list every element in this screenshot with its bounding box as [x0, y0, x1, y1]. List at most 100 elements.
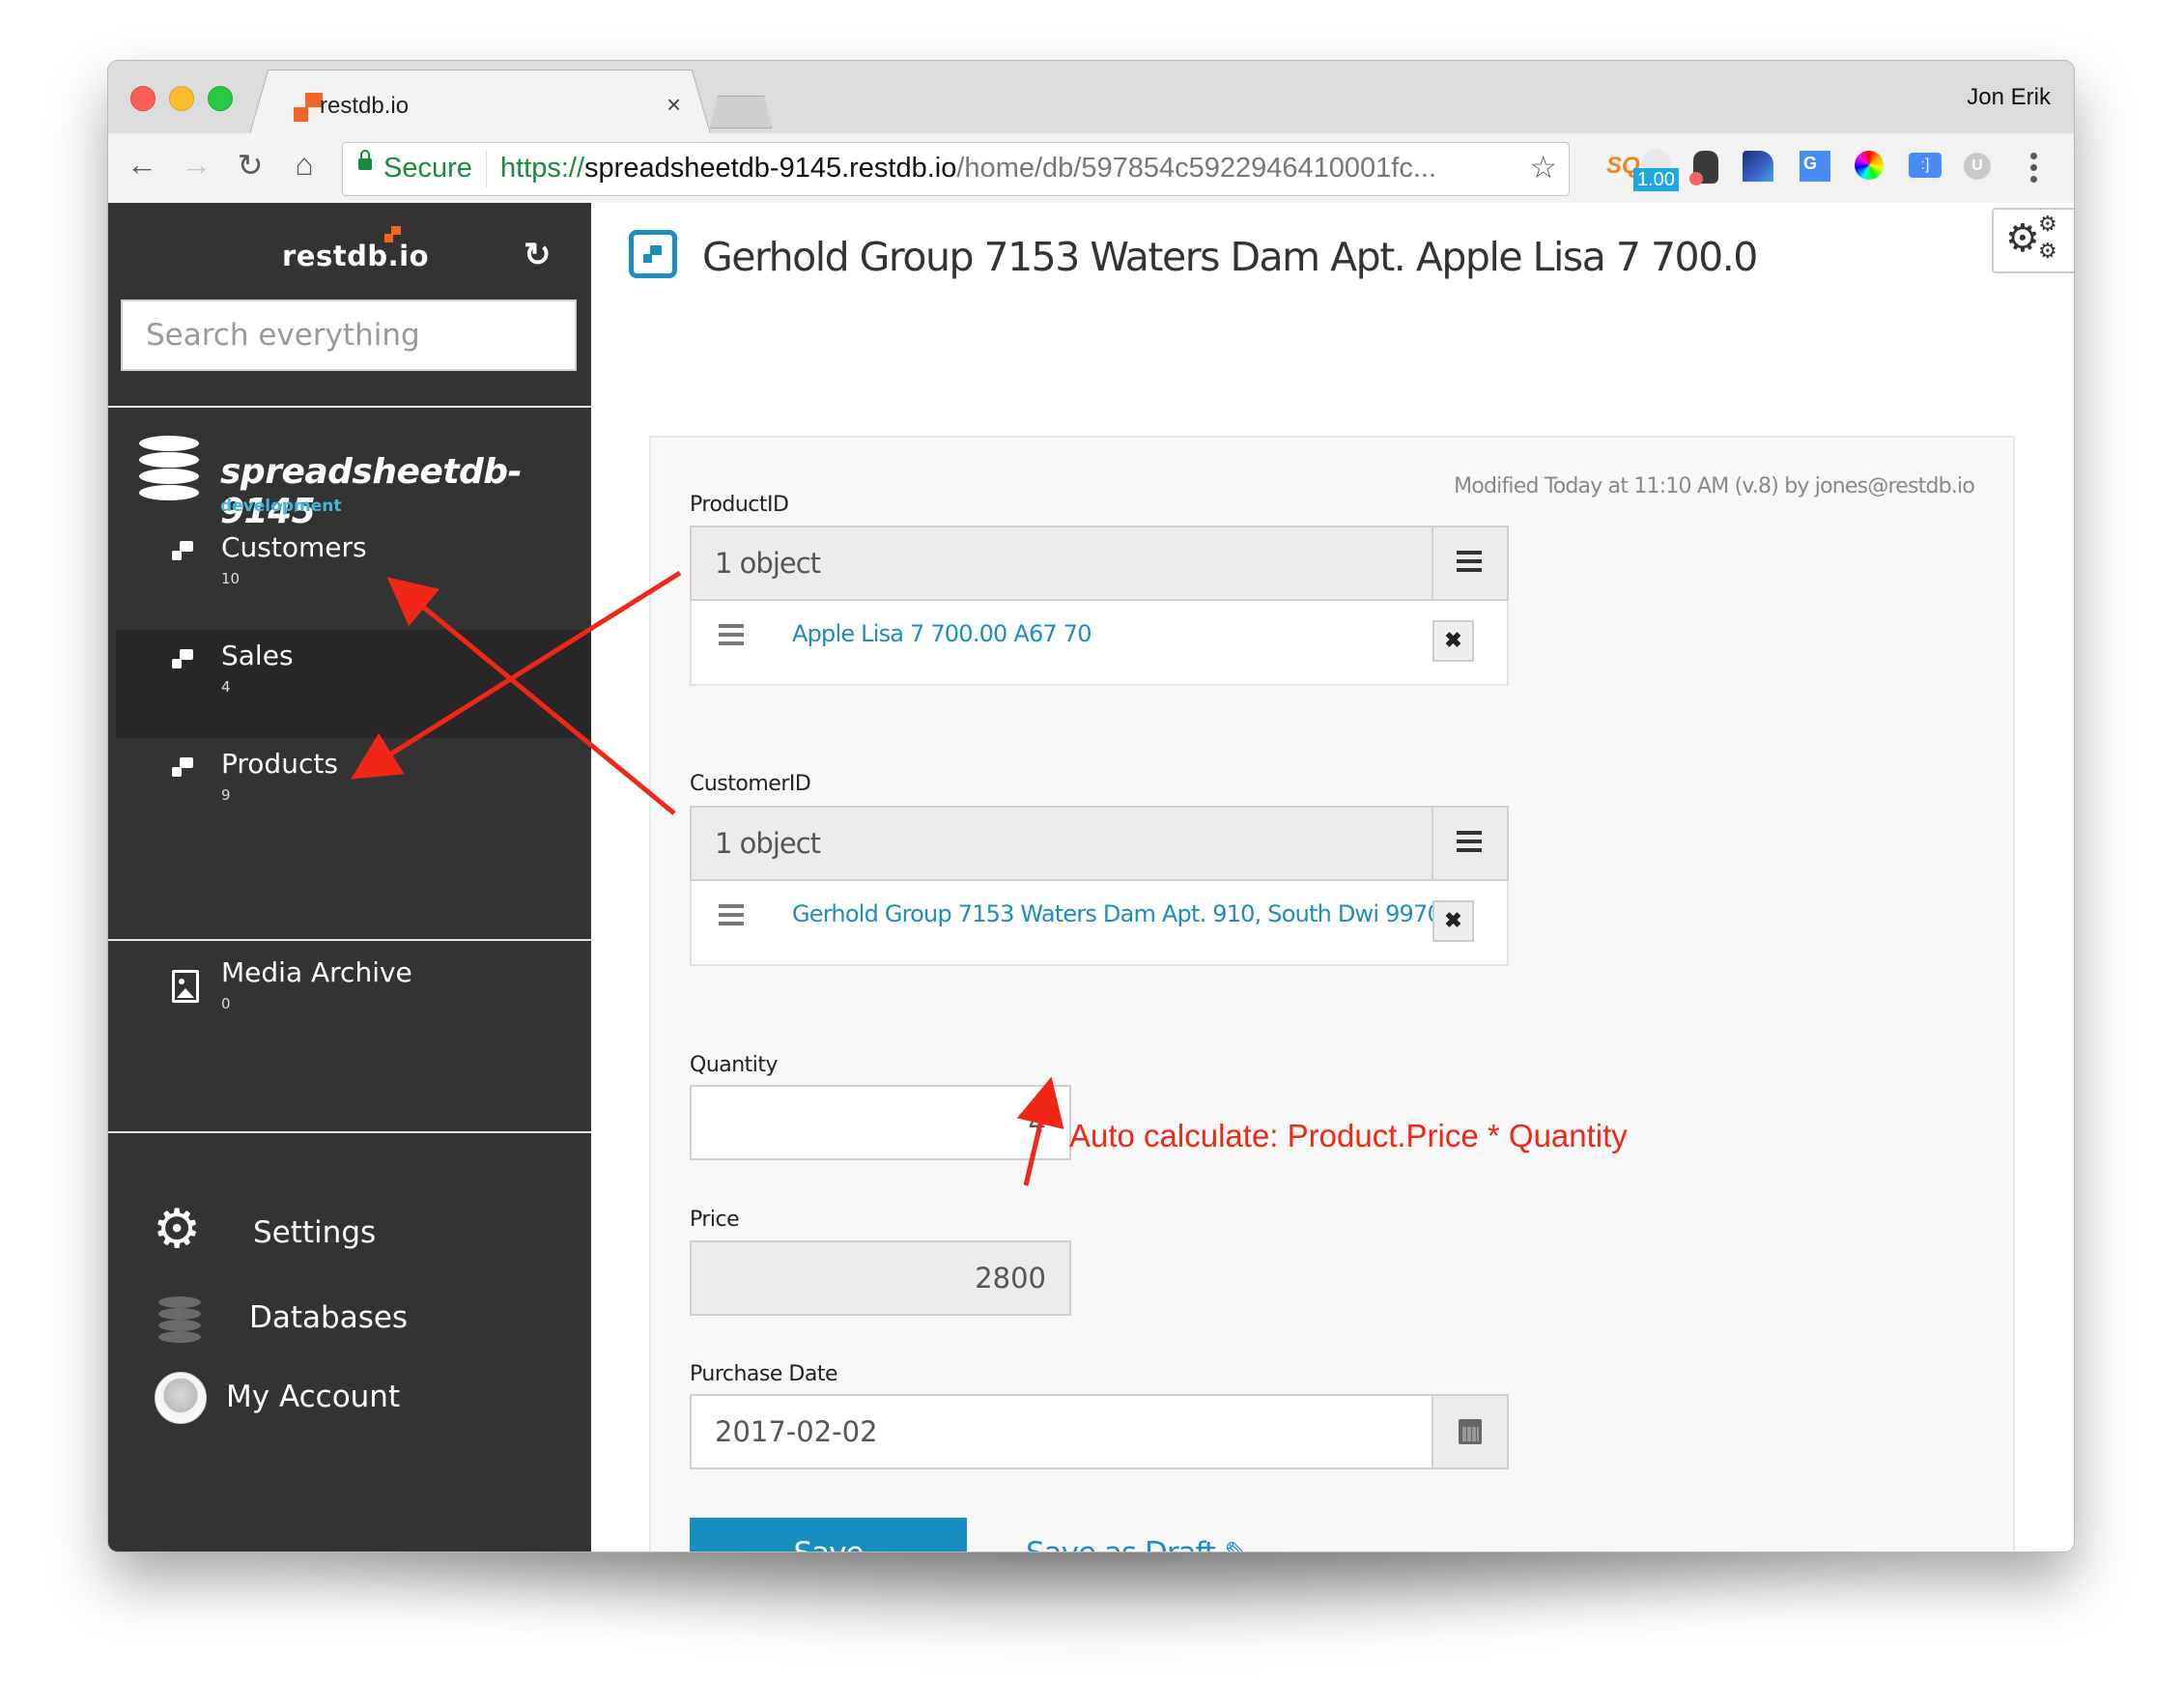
new-tab-button[interactable]	[710, 96, 772, 128]
sidebar-divider	[108, 939, 591, 941]
tab-bar: restdb.io × Jon Erik	[108, 61, 2074, 134]
sidebar-settings[interactable]: ⚙ Settings	[108, 1202, 591, 1266]
sidebar-item-count: 4	[221, 678, 231, 696]
address-separator	[486, 151, 487, 187]
brand-logo[interactable]: restdb.io	[282, 240, 429, 272]
forward-arrow-icon[interactable]: →	[177, 147, 215, 183]
customer-menu-button[interactable]	[1432, 808, 1507, 879]
maximize-window-button[interactable]	[208, 86, 233, 111]
product-count: 1 object	[715, 547, 821, 580]
browser-menu-icon[interactable]	[2030, 153, 2038, 187]
product-menu-button[interactable]	[1432, 527, 1507, 599]
browser-window: restdb.io × Jon Erik ← → ↻ ⌂ Secure http…	[108, 61, 2074, 1551]
search-input[interactable]	[121, 299, 577, 371]
refresh-icon[interactable]: ↻	[524, 236, 552, 274]
date-picker-button[interactable]	[1432, 1396, 1507, 1467]
page-title: Gerhold Group 7153 Waters Dam Apt. Apple…	[702, 234, 1758, 280]
drag-handle-icon[interactable]	[719, 624, 744, 650]
bookmark-star-icon[interactable]: ☆	[1529, 149, 1557, 185]
customer-link[interactable]: Gerhold Group 7153 Waters Dam Apt. 910, …	[792, 900, 1442, 927]
annotation-note: Auto calculate: Product.Price * Quantity	[1069, 1118, 1628, 1153]
avatar	[155, 1372, 207, 1424]
address-bar[interactable]: Secure https://spreadsheetdb-9145.restdb…	[342, 142, 1570, 196]
url-text[interactable]: https://spreadsheetdb-9145.restdb.io/hom…	[500, 153, 1436, 185]
evernote-icon[interactable]	[1689, 151, 1718, 185]
profile-name[interactable]: Jon Erik	[1967, 84, 2051, 111]
databases-label: Databases	[249, 1300, 409, 1335]
purchase-date-label: Purchase Date	[690, 1362, 837, 1386]
purchase-date-value: 2017-02-02	[715, 1415, 878, 1448]
save-as-draft-label: Save as Draft	[1026, 1536, 1216, 1551]
collection-icon	[172, 757, 195, 777]
remove-customer-button[interactable]: ✖	[1432, 900, 1474, 942]
extension-badge: 1.00	[1633, 168, 1679, 191]
gear-icon: ⚙	[153, 1198, 202, 1259]
sidebar-item-label: Sales	[221, 640, 294, 671]
restdb-favicon-icon	[294, 93, 323, 122]
sidebar-my-account[interactable]: My Account	[108, 1372, 591, 1430]
sidebar-databases[interactable]: Databases	[108, 1293, 591, 1351]
tab-title: restdb.io	[320, 93, 410, 119]
close-window-button[interactable]	[130, 86, 156, 111]
sidebar-item-label: Products	[221, 748, 338, 780]
lock-icon	[358, 150, 372, 170]
database-name[interactable]: spreadsheetdb-9145	[220, 452, 591, 531]
gear-small-icon: ⚙	[2038, 212, 2057, 236]
sidebar-item-products[interactable]: Products 9	[116, 738, 591, 846]
database-environment: development	[220, 497, 342, 516]
collection-icon	[172, 541, 195, 560]
product-id-field[interactable]: 1 object	[690, 526, 1509, 601]
main-content: Gerhold Group 7153 Waters Dam Apt. Apple…	[591, 203, 2074, 1551]
sidebar-item-sales[interactable]: Sales 4	[116, 630, 591, 738]
product-link[interactable]: Apple Lisa 7 700.00 A67 70	[792, 620, 1092, 647]
reload-icon[interactable]: ↻	[231, 147, 269, 184]
edit-icon: ✎	[1224, 1536, 1249, 1551]
back-arrow-icon[interactable]: ←	[123, 147, 161, 183]
tag-icon[interactable]: :]	[1909, 153, 1942, 178]
collection-icon	[629, 230, 677, 278]
sidebar-item-count: 0	[221, 995, 231, 1012]
settings-label: Settings	[253, 1215, 377, 1250]
gear-small-icon: ⚙	[2038, 239, 2057, 263]
tab-close-icon[interactable]: ×	[666, 90, 681, 120]
modified-info: Modified Today at 11:10 AM (v.8) by jone…	[1454, 474, 1975, 498]
url-path: /home/db/597854c5922946410001fc...	[956, 153, 1437, 184]
google-translate-icon[interactable]: G	[1800, 151, 1830, 182]
customer-id-label: CustomerID	[690, 772, 811, 796]
sidebar-divider	[108, 1131, 591, 1133]
quantity-input[interactable]: 4	[690, 1085, 1071, 1160]
sidebar-item-label: Customers	[221, 531, 367, 563]
speedometer-icon[interactable]	[1743, 151, 1773, 182]
price-input: 2800	[690, 1240, 1071, 1316]
brand-mark-icon	[384, 226, 402, 243]
sidebar: restdb.io ↻ spreadsheetdb-9145 developme…	[108, 203, 591, 1551]
sidebar-item-count: 9	[221, 786, 231, 804]
record-form: Modified Today at 11:10 AM (v.8) by jone…	[649, 436, 2015, 1551]
color-picker-icon[interactable]	[1855, 151, 1884, 180]
sidebar-item-customers[interactable]: Customers 10	[116, 522, 591, 630]
u-icon[interactable]: U	[1964, 153, 1991, 180]
menu-icon	[1457, 551, 1482, 577]
settings-gears-button[interactable]: ⚙ ⚙ ⚙	[1992, 208, 2074, 273]
image-file-icon	[172, 970, 199, 1003]
drag-handle-icon[interactable]	[719, 904, 744, 930]
home-icon[interactable]: ⌂	[285, 147, 324, 183]
price-label: Price	[690, 1208, 740, 1232]
sidebar-item-media-archive[interactable]: Media Archive 0	[116, 947, 591, 1063]
save-button[interactable]: Save	[690, 1518, 967, 1551]
save-as-draft-link[interactable]: Save as Draft ✎	[1026, 1536, 1249, 1551]
sidebar-item-count: 10	[221, 570, 241, 587]
customer-id-field[interactable]: 1 object	[690, 806, 1509, 881]
database-icon	[139, 436, 199, 501]
secure-label: Secure	[383, 153, 472, 184]
customer-item-row: Gerhold Group 7153 Waters Dam Apt. 910, …	[690, 881, 1509, 966]
sidebar-divider	[108, 406, 591, 408]
remove-product-button[interactable]: ✖	[1432, 620, 1474, 662]
product-item-row: Apple Lisa 7 700.00 A67 70 ✖	[690, 601, 1509, 686]
url-scheme: https://	[500, 153, 585, 184]
url-host: spreadsheetdb-9145.restdb.io	[584, 153, 957, 184]
sidebar-item-label: Media Archive	[221, 956, 412, 988]
minimize-window-button[interactable]	[169, 86, 194, 111]
purchase-date-input[interactable]: 2017-02-02	[690, 1394, 1509, 1469]
menu-icon	[1457, 831, 1482, 857]
